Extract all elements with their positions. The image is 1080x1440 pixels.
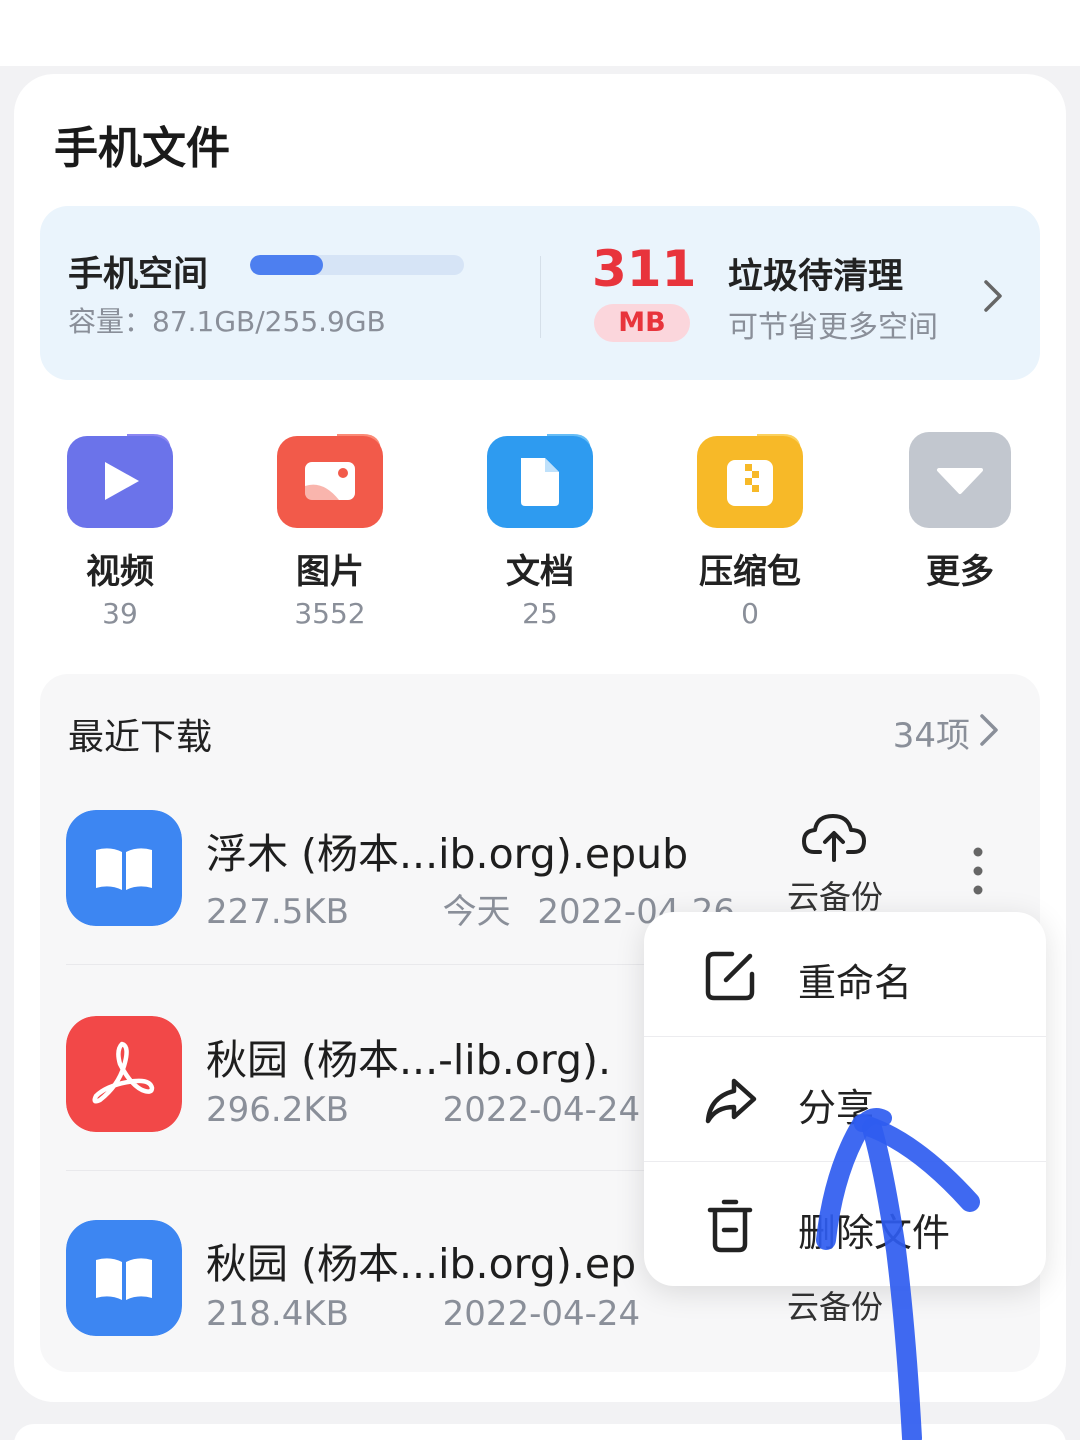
file-context-menu: 重命名 分享 删除文件 <box>644 912 1046 1286</box>
category-image[interactable]: 图片 3552 <box>250 430 410 630</box>
category-count: 0 <box>741 597 759 630</box>
category-count: 39 <box>102 597 138 630</box>
file-name: 秋园 (杨本...ib.org).ep <box>206 1240 637 1288</box>
category-label: 压缩包 <box>699 552 801 592</box>
book-icon <box>66 810 182 926</box>
trash-icon <box>707 1199 753 1253</box>
category-archive[interactable]: 压缩包 0 <box>670 430 830 630</box>
menu-item-label: 分享 <box>798 1086 875 1130</box>
file-date: 2022-04-24 <box>442 1294 641 1334</box>
trash-title: 垃圾待清理 <box>728 257 904 297</box>
menu-item-label: 重命名 <box>798 961 913 1005</box>
file-size: 296.2KB <box>206 1090 349 1130</box>
status-bar-area <box>0 0 1080 66</box>
menu-item-rename[interactable]: 重命名 <box>644 912 1046 1036</box>
video-icon <box>67 434 173 528</box>
file-meta: 218.4KB 2022-04-24 <box>206 1294 640 1334</box>
file-name: 浮木 (杨本...ib.org).epub <box>206 830 689 878</box>
recent-downloads-title: 最近下载 <box>68 717 213 758</box>
more-dropdown-icon <box>909 432 1011 528</box>
chevron-right-icon[interactable] <box>978 276 1008 316</box>
menu-item-label: 删除文件 <box>798 1211 951 1255</box>
file-name: 秋园 (杨本...-lib.org). <box>206 1036 612 1084</box>
file-date: 2022-04-24 <box>442 1090 641 1130</box>
file-meta: 296.2KB 2022-04-24 <box>206 1090 640 1130</box>
category-label: 更多 <box>926 552 994 592</box>
share-icon <box>705 1078 757 1124</box>
trash-size-value: 311 <box>592 240 697 298</box>
book-icon <box>66 1220 182 1336</box>
category-label: 图片 <box>296 552 364 592</box>
storage-usage-fill <box>250 255 323 275</box>
category-count: 25 <box>522 597 558 630</box>
category-video[interactable]: 视频 39 <box>40 430 200 630</box>
storage-panel[interactable]: 手机空间 容量：87.1GB/255.9GB 311 MB 垃圾待清理 可节省更… <box>40 206 1040 380</box>
image-icon <box>277 434 383 528</box>
menu-item-share[interactable]: 分享 <box>644 1037 1046 1161</box>
trash-size-unit: MB <box>594 304 690 342</box>
category-label: 视频 <box>86 552 154 592</box>
file-size: 218.4KB <box>206 1294 349 1334</box>
document-icon <box>487 434 593 528</box>
storage-usage-bar <box>250 255 464 275</box>
storage-capacity: 容量：87.1GB/255.9GB <box>68 305 386 338</box>
archive-icon <box>697 434 803 528</box>
storage-divider <box>540 256 541 338</box>
file-size: 227.5KB <box>206 892 349 932</box>
category-document[interactable]: 文档 25 <box>460 430 620 630</box>
page-title: 手机文件 <box>54 123 230 174</box>
cloud-upload-icon <box>802 814 866 862</box>
rename-icon <box>705 951 755 1001</box>
category-label: 文档 <box>506 552 574 592</box>
trash-subtitle: 可节省更多空间 <box>728 310 938 345</box>
chevron-right-icon[interactable] <box>978 712 1000 748</box>
cloud-backup-button[interactable]: 云备份 <box>780 808 890 918</box>
menu-item-delete[interactable]: 删除文件 <box>644 1162 1046 1286</box>
category-count: 3552 <box>294 597 366 630</box>
recent-downloads-count[interactable]: 34项 <box>893 708 970 757</box>
more-vertical-icon[interactable] <box>968 846 988 896</box>
category-more[interactable]: 更多 <box>880 430 1040 597</box>
pdf-icon <box>66 1016 182 1132</box>
next-card <box>14 1424 1066 1440</box>
storage-title: 手机空间 <box>68 255 209 295</box>
cloud-backup-label: 云备份 <box>786 1288 883 1326</box>
